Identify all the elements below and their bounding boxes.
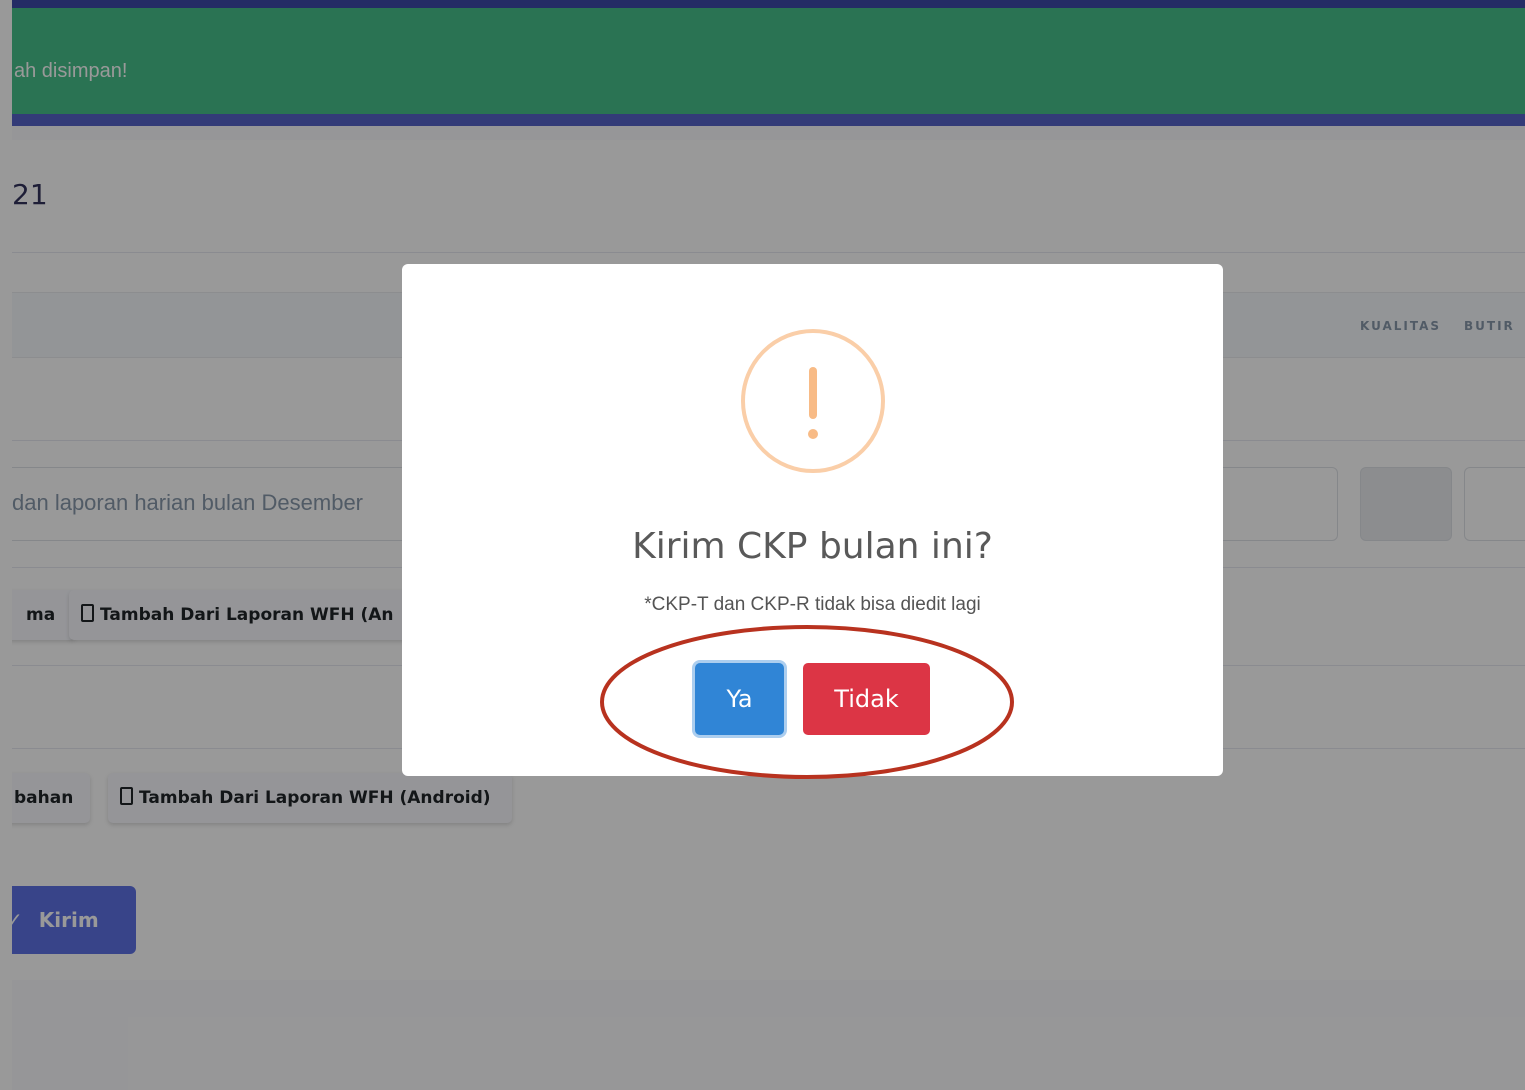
highlight-ellipse [600,625,1014,779]
dialog-title: Kirim CKP bulan ini? [632,526,993,567]
warning-icon-bar [809,367,817,419]
warning-icon-dot [808,429,818,439]
highlight-ellipse-shape [600,625,1014,779]
warning-icon [741,329,885,473]
dialog-text: *CKP-T dan CKP-R tidak bisa diedit lagi [644,594,981,615]
